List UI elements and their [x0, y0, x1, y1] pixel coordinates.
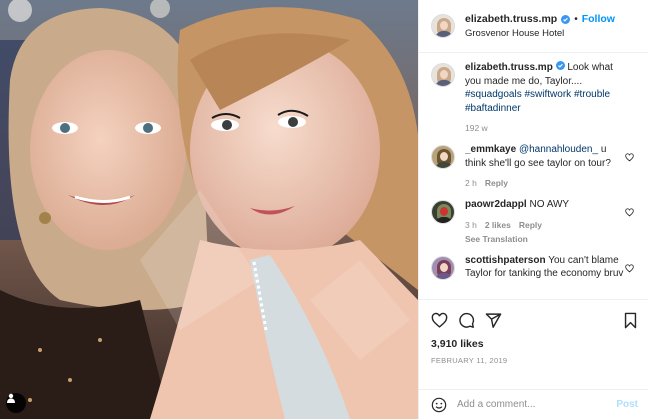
- share-icon[interactable]: [485, 312, 502, 329]
- like-comment-heart-icon[interactable]: [625, 153, 634, 162]
- user-tag-icon[interactable]: [6, 393, 26, 413]
- comment-item: scottishpaterson You can't blame Taylor …: [431, 254, 638, 281]
- instagram-post-view: elizabeth.truss.mp • Follow Grosvenor Ho…: [0, 0, 648, 419]
- reply-button[interactable]: Reply: [485, 178, 508, 188]
- comment-item: paowr2dappl NO AWY 3 h 2 likes Reply See T…: [431, 198, 638, 244]
- comment-username[interactable]: scottishpaterson: [465, 255, 546, 266]
- comment-input[interactable]: [457, 399, 617, 410]
- avatar[interactable]: [431, 145, 455, 169]
- follow-button[interactable]: Follow: [582, 13, 615, 25]
- heart-icon[interactable]: [431, 312, 448, 329]
- like-comment-heart-icon[interactable]: [625, 208, 634, 217]
- bookmark-icon[interactable]: [623, 312, 638, 329]
- comments-list: elizabeth.truss.mp Look what you made me…: [419, 53, 648, 299]
- comment-time: 192 w: [465, 123, 488, 133]
- verified-badge-icon: [555, 61, 565, 70]
- post-actions: 3,910 likes FEBRUARY 11, 2019: [419, 299, 648, 389]
- comment-time: 2 h: [465, 178, 477, 188]
- comment-username[interactable]: _emmkaye: [465, 144, 516, 155]
- comment-item: _emmkaye @hannahlouden_ u think she'll g…: [431, 143, 638, 188]
- add-comment-bar: Post: [419, 389, 648, 419]
- post-photo[interactable]: [0, 0, 418, 419]
- verified-badge-icon: [561, 14, 571, 24]
- author-username[interactable]: elizabeth.truss.mp: [465, 13, 557, 25]
- separator-dot: •: [574, 13, 578, 25]
- post-comment-button[interactable]: Post: [616, 399, 638, 410]
- location-link[interactable]: Grosvenor House Hotel: [465, 28, 615, 39]
- caption: elizabeth.truss.mp Look what you made me…: [431, 61, 638, 133]
- comment-likes[interactable]: 2 likes: [485, 220, 511, 230]
- avatar[interactable]: [431, 63, 455, 87]
- comment-mention[interactable]: @hannahlouden_: [519, 144, 598, 155]
- caption-hashtags[interactable]: #squadgoals #swiftwork #trouble #baftadi…: [465, 89, 610, 114]
- selfie-image: [0, 0, 418, 419]
- comment-username[interactable]: paowr2dappl: [465, 199, 527, 210]
- avatar[interactable]: [431, 14, 455, 38]
- comment-text: NO AWY: [529, 199, 570, 210]
- emoji-icon[interactable]: [431, 397, 447, 413]
- comment-icon[interactable]: [458, 312, 475, 329]
- comment-time: 3 h: [465, 219, 477, 230]
- avatar[interactable]: [431, 255, 455, 280]
- reply-button[interactable]: Reply: [519, 220, 542, 230]
- like-comment-heart-icon[interactable]: [625, 263, 634, 273]
- avatar[interactable]: [431, 200, 455, 224]
- post-header: elizabeth.truss.mp • Follow Grosvenor Ho…: [419, 0, 648, 53]
- comment-username[interactable]: elizabeth.truss.mp: [465, 62, 553, 73]
- likes-count[interactable]: 3,910 likes: [431, 338, 638, 350]
- post-sidebar: elizabeth.truss.mp • Follow Grosvenor Ho…: [418, 0, 648, 419]
- see-translation-button[interactable]: See Translation: [465, 234, 625, 244]
- post-date: FEBRUARY 11, 2019: [431, 356, 508, 365]
